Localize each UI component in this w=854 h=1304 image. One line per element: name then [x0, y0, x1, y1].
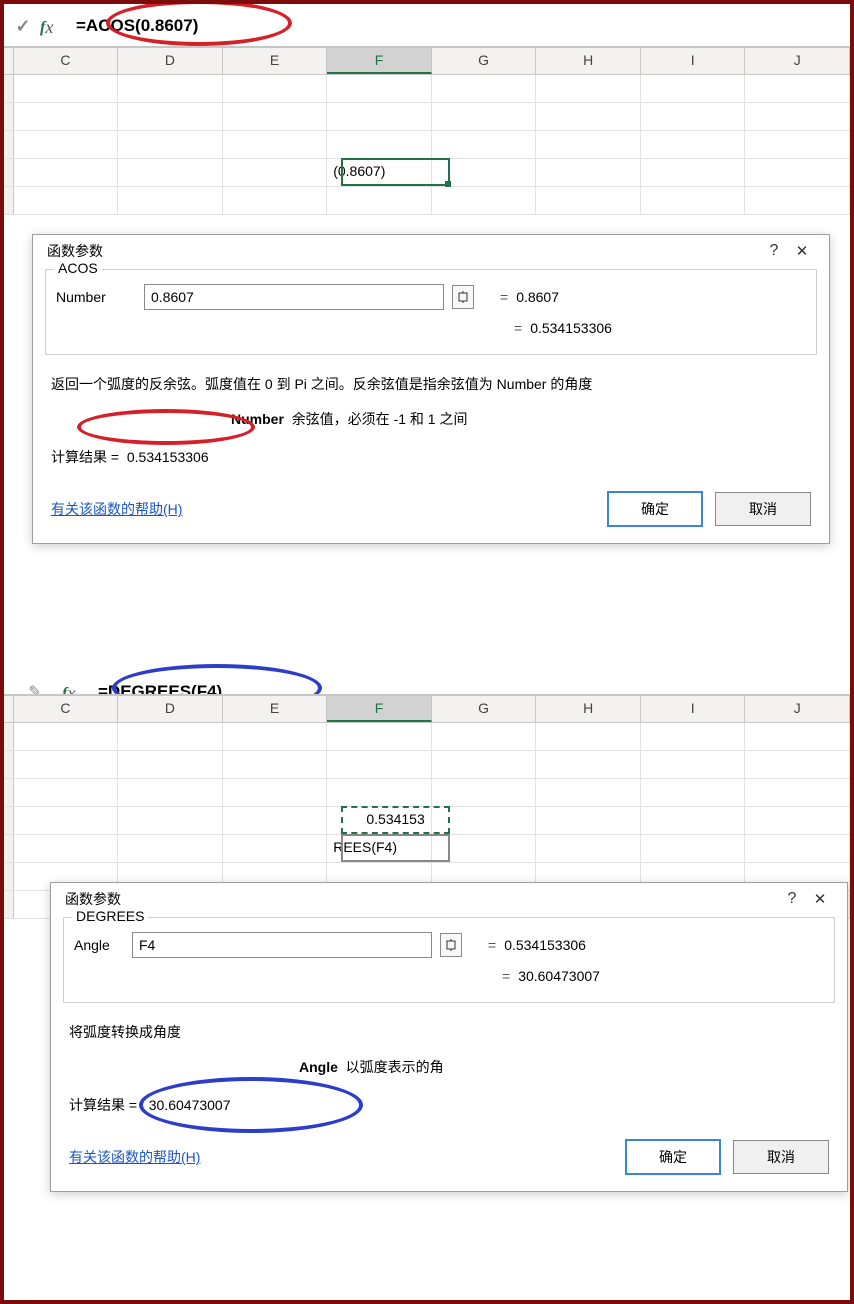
close-icon-2[interactable]: ✕	[805, 890, 835, 908]
arg-description-2: Angle 以弧度表示的角	[69, 1057, 829, 1077]
result-row-2: 计算结果 = 30.60473007	[69, 1095, 829, 1115]
column-headers-1: C D E F G H I J	[4, 48, 850, 75]
equals-label-3: =	[488, 937, 496, 953]
close-icon[interactable]: ✕	[787, 242, 817, 260]
cancel-button-2[interactable]: 取消	[733, 1140, 829, 1174]
accept-formula-icon[interactable]: ✓	[14, 16, 32, 37]
dialog-title-1: 函数参数	[47, 241, 761, 261]
fn-eval-2: 30.60473007	[518, 968, 600, 984]
help-link-1[interactable]: 有关该函数的帮助(H)	[51, 499, 182, 519]
range-selector-icon-2[interactable]	[440, 933, 462, 957]
ok-button-2[interactable]: 确定	[625, 1139, 721, 1175]
col-hdr2-I[interactable]: I	[641, 696, 746, 722]
argument-group-1: ACOS Number = 0.8607 = 0.534153306	[45, 269, 817, 355]
argument-group-2: DEGREES Angle = 0.534153306 = 30.6047300…	[63, 917, 835, 1003]
ok-button-1[interactable]: 确定	[607, 491, 703, 527]
cell-F4[interactable]: 0.534153	[327, 807, 432, 834]
formula-input-1[interactable]	[70, 12, 844, 40]
grid-area-1: C D E F G H I J (0.8607)	[4, 48, 850, 215]
function-name-2: DEGREES	[72, 908, 148, 924]
result-row-1: 计算结果 = 0.534153306	[51, 447, 811, 467]
fn-eval-1: 0.534153306	[530, 320, 612, 336]
col-hdr2-H[interactable]: H	[536, 696, 641, 722]
col-hdr2-J[interactable]: J	[745, 696, 850, 722]
arg-description-1: Number 余弦值，必须在 -1 和 1 之间	[51, 409, 811, 429]
function-args-dialog-1: 函数参数 ? ✕ ACOS Number = 0.8607 = 0.534153…	[32, 234, 830, 544]
cancel-button-1[interactable]: 取消	[715, 492, 811, 526]
active-cell-F[interactable]: (0.8607)	[327, 159, 432, 186]
cell-F5[interactable]: REES(F4)	[327, 835, 432, 862]
arg-label-angle: Angle	[74, 937, 124, 953]
col-hdr2-D[interactable]: D	[118, 696, 223, 722]
equals-label-2: =	[514, 320, 522, 336]
col-hdr2-E[interactable]: E	[223, 696, 328, 722]
dialog-title-2: 函数参数	[65, 889, 779, 909]
arg-eval-2: 0.534153306	[504, 937, 586, 953]
fn-description-2: 将弧度转换成角度	[69, 1021, 829, 1043]
fx-icon[interactable]: fx	[40, 16, 62, 37]
col-hdr-J[interactable]: J	[745, 48, 850, 74]
arg-eval-1: 0.8607	[516, 289, 559, 305]
help-icon-2[interactable]: ?	[779, 890, 805, 908]
col-hdr2-F[interactable]: F	[327, 696, 432, 722]
function-args-dialog-2: 函数参数 ? ✕ DEGREES Angle = 0.534153306 = 3…	[50, 882, 848, 1192]
col-hdr-H[interactable]: H	[536, 48, 641, 74]
help-link-2[interactable]: 有关该函数的帮助(H)	[69, 1147, 200, 1167]
column-headers-2: C D E F G H I J	[4, 696, 850, 723]
col-hdr-C[interactable]: C	[14, 48, 119, 74]
arg-label-number: Number	[56, 289, 136, 305]
equals-label: =	[500, 289, 508, 305]
fn-description-1: 返回一个弧度的反余弦。弧度值在 0 到 Pi 之间。反余弦值是指余弦值为 Num…	[51, 373, 811, 395]
help-icon[interactable]: ?	[761, 242, 787, 260]
col-hdr2-G[interactable]: G	[432, 696, 537, 722]
col-hdr-F[interactable]: F	[327, 48, 432, 74]
col-hdr2-C[interactable]: C	[14, 696, 119, 722]
function-name-1: ACOS	[54, 260, 102, 276]
col-hdr-E[interactable]: E	[223, 48, 328, 74]
annotated-screenshot-frame: ✓ fx C D E F G H I J (0.8607)	[0, 0, 854, 1304]
active-row-1: (0.8607)	[4, 159, 850, 187]
formula-bar-1: ✓ fx	[4, 4, 850, 46]
col-hdr-I[interactable]: I	[641, 48, 746, 74]
col-hdr-D[interactable]: D	[118, 48, 223, 74]
equals-label-4: =	[502, 968, 510, 984]
col-hdr-G[interactable]: G	[432, 48, 537, 74]
arg-input-number[interactable]	[144, 284, 444, 310]
arg-input-angle[interactable]	[132, 932, 432, 958]
range-selector-icon[interactable]	[452, 285, 474, 309]
